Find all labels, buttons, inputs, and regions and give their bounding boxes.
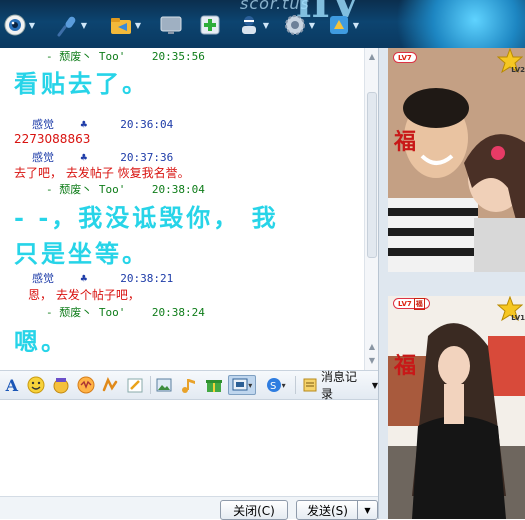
message-time: 20:38:04: [151, 183, 205, 196]
settings-button[interactable]: ▼: [282, 10, 316, 40]
send-file-dropdown-icon[interactable]: ▼: [134, 12, 142, 38]
more-apps-icon: [326, 12, 352, 38]
message-record-button[interactable]: 消息记录 ▼: [302, 368, 378, 402]
message-header: - 颓废丶 Too' 20:35:56: [46, 48, 205, 64]
microphone-icon: [54, 12, 80, 38]
message-header: - 颓废丶 Too' 20:38:04: [46, 181, 205, 197]
settings-icon: [282, 12, 308, 38]
remote-assist-dropdown-icon[interactable]: ▼: [262, 12, 270, 38]
level-badge: LV7: [393, 52, 417, 63]
message-sender: - 颓废丶 Too': [46, 306, 126, 319]
message-time: 20:35:56: [151, 50, 205, 63]
gift-icon[interactable]: [204, 375, 224, 395]
profile-panel: LV7 LV2 福 LV7 福 LV1 福: [378, 48, 525, 519]
svg-text:S: S: [270, 381, 276, 392]
settings-dropdown-icon[interactable]: ▼: [308, 12, 316, 38]
microphone-dropdown-icon[interactable]: ▼: [80, 12, 88, 38]
message-time: 20:38:24: [151, 306, 205, 319]
message-sender: - 颓废丶 Too': [46, 183, 126, 196]
webcam-button[interactable]: ▼: [2, 10, 36, 40]
toolbar-separator: [295, 376, 297, 394]
message-time: 20:38:21: [120, 272, 174, 285]
scroll-down-icon[interactable]: ▼: [367, 356, 377, 366]
couple-photo-illustration: [388, 48, 525, 272]
message-header: 感觉 ♣ 20:37:36: [32, 149, 173, 165]
message-text: 去了吧， 去发帖子 恢复我名誉。: [14, 166, 190, 180]
message-sender: 感觉: [32, 118, 54, 131]
chat-scrollbar[interactable]: ▲ ▲ ▼: [364, 48, 378, 370]
chat-history[interactable]: - 颓废丶 Too' 20:35:56 看贴去了。 感觉 ♣ 20:36:04 …: [0, 48, 364, 370]
message-record-label: 消息记录: [320, 370, 357, 401]
webcam-dropdown-icon[interactable]: ▼: [28, 12, 36, 38]
remote-assist-icon: [236, 12, 262, 38]
send-image-icon[interactable]: [155, 375, 175, 395]
more-apps-dropdown-icon[interactable]: ▼: [352, 12, 360, 38]
music-icon[interactable]: [179, 375, 199, 395]
share-screen-button[interactable]: [158, 10, 184, 40]
club-icon: ♣: [80, 151, 88, 164]
message-sender: 感觉: [32, 151, 54, 164]
message-record-icon: [303, 378, 317, 392]
scroll-down-icon[interactable]: ▲: [367, 342, 377, 352]
scrollbar-thumb[interactable]: [367, 92, 377, 258]
microphone-button[interactable]: ▼: [54, 10, 88, 40]
self-show-photo[interactable]: LV7 福 LV1 福: [388, 296, 525, 519]
level-badge-label: LV7: [398, 299, 412, 308]
fortune-mini-badge: 福: [413, 297, 425, 310]
send-file-icon: [108, 12, 134, 38]
fortune-badge: 福: [394, 129, 417, 155]
star-level-label: LV1: [511, 314, 525, 322]
club-icon: ♣: [80, 272, 88, 285]
message-header: - 颓废丶 Too' 20:38:24: [46, 304, 205, 320]
photo-divider: [379, 272, 525, 296]
message-text: 2273088863: [14, 132, 91, 146]
send-file-button[interactable]: ▼: [108, 10, 142, 40]
message-text: 嗯。: [14, 327, 68, 356]
webcam-icon: [2, 12, 28, 38]
voice-message-icon[interactable]: [100, 375, 120, 395]
chat-window: scor.tus lIV ▼ ▼ ▼ ▼ ▼ ▼ - 颓废丶 Too' 20:3…: [0, 0, 525, 520]
search-logo-icon: S: [266, 378, 281, 392]
message-sender: - 颓废丶 Too': [46, 50, 126, 63]
toolbar-glow: [390, 0, 525, 48]
club-icon: ♣: [80, 118, 88, 131]
add-app-icon: [197, 12, 223, 38]
scribble-icon[interactable]: [125, 375, 145, 395]
message-text: - -，我没诋毁你， 我: [14, 203, 279, 232]
magic-emoji-icon[interactable]: [51, 375, 71, 395]
message-header: 感觉 ♣ 20:36:04: [32, 116, 173, 132]
fortune-badge: 福: [394, 353, 417, 379]
share-screen-icon: [158, 12, 184, 38]
send-button-label: 发送(S): [307, 503, 348, 518]
close-button[interactable]: 关闭(C): [220, 500, 288, 520]
friend-show-photo[interactable]: LV7 LV2 福: [388, 48, 525, 272]
send-button[interactable]: 发送(S) ▼: [296, 500, 378, 520]
format-toolbar: A ▾ S ▾ 消息记录 ▼: [0, 368, 378, 402]
search-button[interactable]: S ▾: [261, 375, 290, 395]
add-app-button[interactable]: [197, 10, 223, 40]
girl-photo-illustration: [388, 296, 525, 519]
level-badge: LV7 福: [393, 297, 430, 310]
message-sender: 感觉: [32, 272, 54, 285]
message-time: 20:36:04: [120, 118, 174, 131]
vibrate-icon[interactable]: [76, 375, 96, 395]
screenshot-button[interactable]: ▾: [228, 375, 256, 395]
message-text: 恩， 去发个帖子吧，: [28, 288, 140, 302]
message-time: 20:37:36: [120, 151, 174, 164]
font-button[interactable]: A: [2, 375, 22, 395]
more-apps-button[interactable]: ▼: [326, 10, 360, 40]
top-toolbar: scor.tus lIV ▼ ▼ ▼ ▼ ▼ ▼: [0, 0, 525, 48]
message-header: 感觉 ♣ 20:38:21: [32, 270, 173, 286]
send-options-dropdown-icon[interactable]: ▼: [357, 501, 377, 519]
message-text: 看贴去了。: [14, 69, 149, 98]
scroll-up-icon[interactable]: ▲: [367, 52, 377, 62]
remote-assist-button[interactable]: ▼: [236, 10, 270, 40]
star-level-label: LV2: [511, 66, 525, 74]
screenshot-icon: [232, 378, 248, 391]
emoji-icon[interactable]: [27, 375, 47, 395]
toolbar-separator: [149, 376, 151, 394]
message-input[interactable]: [0, 400, 378, 496]
message-text: 只是坐等。: [14, 239, 149, 268]
